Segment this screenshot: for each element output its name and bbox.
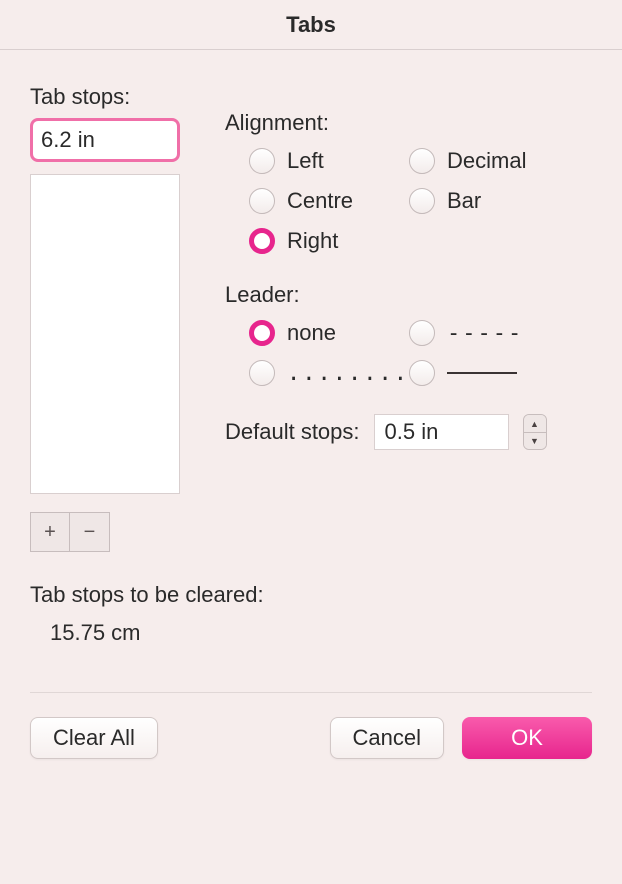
radio-icon bbox=[409, 320, 435, 346]
remove-tab-stop-button[interactable]: − bbox=[70, 512, 110, 552]
radio-icon bbox=[409, 188, 435, 214]
leader-option-label: none bbox=[287, 320, 336, 346]
dialog-title: Tabs bbox=[0, 0, 622, 50]
leader-option-label: ----- bbox=[447, 321, 523, 346]
alignment-option-label: Decimal bbox=[447, 148, 526, 174]
alignment-radio-left[interactable]: Left bbox=[249, 148, 409, 174]
tab-stops-cleared-label: Tab stops to be cleared: bbox=[30, 582, 592, 608]
stepper-up-icon[interactable]: ▲ bbox=[524, 415, 546, 432]
leader-radio-none[interactable]: none bbox=[249, 320, 409, 346]
tab-stops-listbox[interactable] bbox=[30, 174, 180, 494]
alignment-radio-centre[interactable]: Centre bbox=[249, 188, 409, 214]
default-stops-stepper[interactable]: ▲ ▼ bbox=[523, 414, 547, 450]
alignment-option-label: Left bbox=[287, 148, 324, 174]
alignment-option-label: Bar bbox=[447, 188, 481, 214]
cancel-button[interactable]: Cancel bbox=[330, 717, 444, 759]
leader-option-label bbox=[447, 372, 517, 374]
tab-stops-label: Tab stops: bbox=[30, 84, 592, 110]
default-stops-input[interactable] bbox=[374, 414, 509, 450]
radio-icon bbox=[249, 360, 275, 386]
leader-radio-underline[interactable] bbox=[409, 360, 569, 386]
ok-button[interactable]: OK bbox=[462, 717, 592, 759]
alignment-option-label: Right bbox=[287, 228, 338, 254]
alignment-label: Alignment: bbox=[225, 110, 592, 136]
alignment-radio-right[interactable]: Right bbox=[249, 228, 409, 254]
default-stops-label: Default stops: bbox=[225, 419, 360, 445]
radio-icon bbox=[249, 320, 275, 346]
radio-icon bbox=[409, 360, 435, 386]
clear-all-button[interactable]: Clear All bbox=[30, 717, 158, 759]
radio-icon bbox=[249, 188, 275, 214]
radio-icon bbox=[249, 148, 275, 174]
add-tab-stop-button[interactable]: + bbox=[30, 512, 70, 552]
leader-radio-dashes[interactable]: ----- bbox=[409, 320, 569, 346]
tab-stop-input-wrapper[interactable] bbox=[30, 118, 180, 162]
alignment-option-label: Centre bbox=[287, 188, 353, 214]
radio-icon bbox=[409, 148, 435, 174]
tab-stop-input[interactable] bbox=[35, 123, 175, 157]
tab-stops-cleared-value: 15.75 cm bbox=[50, 620, 592, 646]
leader-radio-dots[interactable]: .......... bbox=[249, 360, 409, 386]
radio-icon bbox=[249, 228, 275, 254]
alignment-radio-bar[interactable]: Bar bbox=[409, 188, 569, 214]
stepper-down-icon[interactable]: ▼ bbox=[524, 432, 546, 449]
leader-label: Leader: bbox=[225, 282, 592, 308]
alignment-radio-decimal[interactable]: Decimal bbox=[409, 148, 569, 174]
